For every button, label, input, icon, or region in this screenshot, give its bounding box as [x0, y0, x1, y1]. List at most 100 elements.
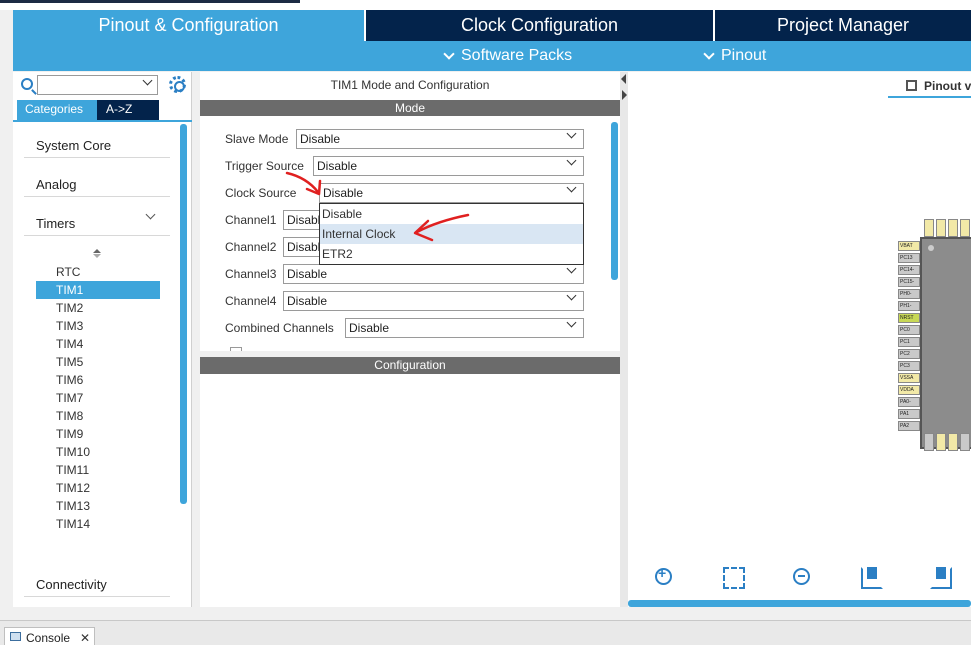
- pinout-scrollbar[interactable]: [628, 600, 971, 607]
- channel4-select[interactable]: Disable: [283, 290, 584, 311]
- field-label: Channel1: [225, 213, 277, 227]
- tab-pinout-configuration[interactable]: Pinout & Configuration: [13, 10, 364, 41]
- tab-project-manager[interactable]: Project Manager: [713, 10, 971, 41]
- field-combined-channels: Combined Channels Disable: [225, 317, 585, 338]
- category-divider: [13, 120, 192, 122]
- mode-scrollbar[interactable]: [611, 122, 618, 280]
- field-label: Channel3: [225, 267, 277, 281]
- rotate-right-icon[interactable]: [861, 567, 883, 589]
- field-channel4: Channel4 Disable: [225, 290, 585, 311]
- chip-pin[interactable]: PH1-: [898, 301, 920, 311]
- field-trigger-source: Trigger Source Disable: [225, 155, 585, 176]
- sidebar-item-system-core[interactable]: System Core: [24, 130, 661, 158]
- timer-list: RTC TIM1 TIM2 TIM3 TIM4 TIM5 TIM6 TIM7 T…: [36, 263, 160, 533]
- chip-pin[interactable]: [924, 433, 934, 451]
- chevron-down-icon[interactable]: [142, 75, 153, 86]
- panel-splitter[interactable]: [620, 72, 628, 607]
- chip-pin[interactable]: VDDA: [898, 385, 920, 395]
- list-item[interactable]: TIM2: [36, 299, 160, 317]
- chip-pin[interactable]: PA1: [898, 409, 920, 419]
- list-item[interactable]: TIM12: [36, 479, 160, 497]
- chip-pin[interactable]: [948, 219, 958, 237]
- sort-icon[interactable]: [93, 249, 101, 259]
- az-button[interactable]: A->Z: [97, 100, 159, 120]
- console-label: Console: [26, 631, 71, 645]
- list-item[interactable]: TIM3: [36, 317, 160, 335]
- channel3-select[interactable]: Disable: [283, 263, 584, 284]
- expand-right-icon[interactable]: [622, 90, 627, 100]
- chip-pin[interactable]: PH0-: [898, 289, 920, 299]
- pinout-view: Pinout v VBAT PC13 PC14- PC15- PH0- PH1-…: [628, 72, 971, 607]
- pinout-menu[interactable]: Pinout: [703, 47, 766, 65]
- software-packs-label: Software Packs: [461, 47, 573, 64]
- zoom-in-icon[interactable]: [654, 565, 676, 589]
- chip-pin[interactable]: [960, 219, 970, 237]
- chip-pin[interactable]: PC13: [898, 253, 920, 263]
- field-label: Trigger Source: [225, 159, 304, 173]
- list-item[interactable]: TIM8: [36, 407, 160, 425]
- sidebar-item-timers[interactable]: Timers: [24, 208, 170, 236]
- tab-clock-configuration[interactable]: Clock Configuration: [364, 10, 713, 41]
- dropdown-option-etr2[interactable]: ETR2: [320, 244, 583, 264]
- search-icon[interactable]: [21, 78, 33, 90]
- software-packs-menu[interactable]: Software Packs: [443, 47, 573, 65]
- chip-pin[interactable]: NRST: [898, 313, 920, 323]
- rotate-left-icon[interactable]: [930, 567, 952, 589]
- close-icon[interactable]: ✕: [80, 631, 90, 645]
- chip-pin[interactable]: PC2: [898, 349, 920, 359]
- pinout-view-label: Pinout v: [924, 79, 971, 93]
- list-item-selected[interactable]: TIM1: [36, 281, 160, 299]
- chip-pin[interactable]: PA0-: [898, 397, 920, 407]
- gear-icon[interactable]: [169, 76, 186, 93]
- select-value: Disable: [300, 132, 341, 146]
- sidebar-item-label: System Core: [36, 138, 112, 153]
- chip-pin[interactable]: PC3: [898, 361, 920, 371]
- list-item[interactable]: TIM9: [36, 425, 160, 443]
- fit-to-window-icon[interactable]: [723, 567, 745, 589]
- list-item[interactable]: TIM14: [36, 515, 160, 533]
- sidebar-scrollbar[interactable]: [180, 124, 187, 504]
- list-item[interactable]: TIM10: [36, 443, 160, 461]
- chip-pin[interactable]: VSSA: [898, 373, 920, 383]
- list-item[interactable]: TIM11: [36, 461, 160, 479]
- chip-pin[interactable]: [936, 433, 946, 451]
- chip-pin[interactable]: PC0: [898, 325, 920, 335]
- chip-pin[interactable]: VBAT: [898, 241, 920, 251]
- sidebar-item-connectivity[interactable]: Connectivity: [24, 569, 661, 597]
- zoom-out-icon[interactable]: [792, 567, 814, 589]
- list-item[interactable]: TIM13: [36, 497, 160, 515]
- field-label: Channel2: [225, 240, 277, 254]
- chip-pin[interactable]: PC14-: [898, 265, 920, 275]
- console-tab[interactable]: Console ✕: [4, 627, 95, 645]
- sidebar-item-analog[interactable]: Analog: [24, 169, 661, 197]
- list-item[interactable]: TIM4: [36, 335, 160, 353]
- list-item[interactable]: TIM7: [36, 389, 160, 407]
- chevron-down-icon: [566, 290, 577, 301]
- categories-sidebar: Categories A->Z System Core Analog Timer…: [13, 72, 661, 607]
- search-input[interactable]: [37, 75, 158, 95]
- dropdown-option-disable[interactable]: Disable: [320, 204, 583, 224]
- list-item[interactable]: TIM5: [36, 353, 160, 371]
- chip-pin[interactable]: [960, 433, 970, 451]
- list-item[interactable]: RTC: [36, 263, 160, 281]
- slave-mode-select[interactable]: Disable: [296, 128, 584, 149]
- pinout-view-tab[interactable]: Pinout v: [888, 78, 971, 98]
- list-item[interactable]: TIM6: [36, 371, 160, 389]
- clock-source-select[interactable]: Disable: [319, 182, 584, 203]
- combined-channels-select[interactable]: Disable: [345, 317, 584, 338]
- dropdown-option-internal-clock[interactable]: Internal Clock: [320, 224, 583, 244]
- trigger-source-select[interactable]: Disable: [313, 155, 584, 176]
- chip-pin[interactable]: [936, 219, 946, 237]
- sidebar-item-label: Connectivity: [36, 577, 107, 592]
- chip-pin[interactable]: PA2: [898, 421, 920, 431]
- chevron-down-icon: [566, 182, 577, 193]
- chip-pin[interactable]: PC1: [898, 337, 920, 347]
- mcu-chip[interactable]: [920, 237, 971, 449]
- collapse-left-icon[interactable]: [621, 74, 626, 84]
- chip-pin[interactable]: [924, 219, 934, 237]
- chip-pin[interactable]: [948, 433, 958, 451]
- search-row: [17, 74, 187, 96]
- categories-button[interactable]: Categories: [17, 100, 97, 120]
- field-channel3: Channel3 Disable: [225, 263, 585, 284]
- chip-pin[interactable]: PC15-: [898, 277, 920, 287]
